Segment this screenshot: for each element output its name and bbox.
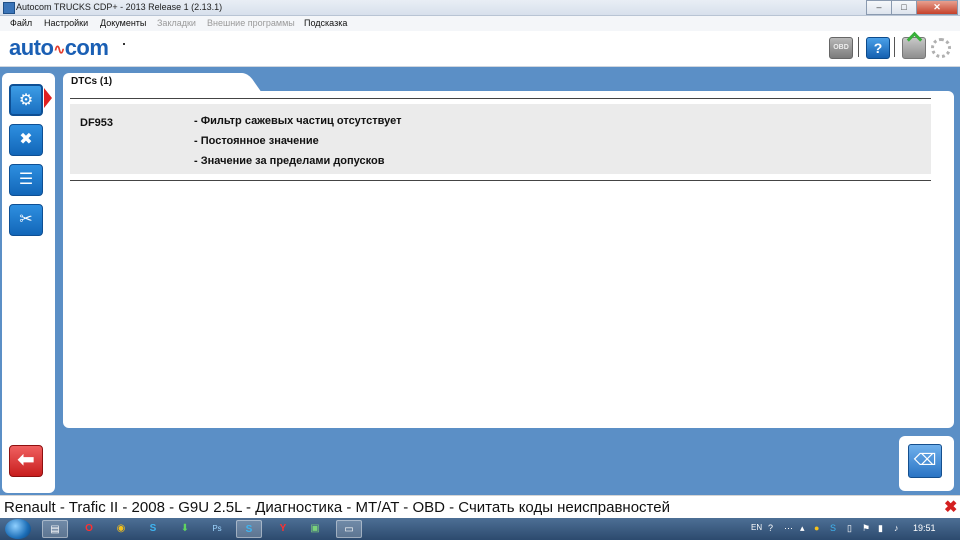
tray-battery-icon[interactable]: ▯ (847, 523, 852, 534)
divider (70, 180, 931, 181)
header-dot (123, 43, 125, 45)
dtc-description: - Значение за пределами допусков (194, 155, 385, 167)
minimize-button[interactable]: – (866, 0, 892, 15)
taskbar: ▤ O ◉ S ⬇ Ps S Y ▣ ▭ EN ? ⋯ ▴ ● S ▯ ⚑ ▮ … (0, 518, 960, 540)
tab-label: DTCs (1) (71, 76, 113, 87)
battery-icon (902, 37, 926, 59)
status-breadcrumb: Renault - Trafic II - 2008 - G9U 2.5L - … (4, 499, 670, 516)
header-divider (894, 37, 895, 57)
window-controls: – □ ✕ (866, 0, 958, 15)
window-titlebar: Autocom TRUCKS CDP+ - 2013 Release 1 (2.… (0, 0, 960, 16)
sidebar-item-dtc[interactable]: ⚙ (9, 84, 43, 116)
tray-skype-icon[interactable]: S (830, 523, 836, 533)
tray-app-icon[interactable]: ● (814, 523, 819, 533)
active-indicator (44, 88, 52, 108)
app-header: auto∿com OBD ? (0, 31, 960, 67)
header-divider (858, 37, 859, 57)
menu-help[interactable]: Подсказка (304, 18, 347, 29)
help-icon[interactable]: ? (866, 37, 890, 59)
chrome-icon[interactable]: ◉ (108, 520, 134, 538)
logo-signal-icon: ∿ (53, 41, 65, 58)
menu-bookmarks[interactable]: Закладки (157, 18, 196, 29)
window-title: Autocom TRUCKS CDP+ - 2013 Release 1 (2.… (16, 2, 223, 12)
engine-cross-icon: ✖ (19, 131, 33, 148)
tray-network-icon[interactable]: ⋯ (784, 523, 793, 534)
yandex-icon[interactable]: Y (270, 520, 296, 538)
clear-dtc-button[interactable]: ⌫ (908, 444, 942, 478)
autocom-logo: auto∿com (9, 35, 109, 62)
tray-help-icon[interactable]: ? (768, 523, 773, 533)
tools-icon: ✂ (19, 211, 33, 228)
dtc-code: DF953 (80, 117, 114, 129)
back-arrow-icon: ⬅ (17, 449, 35, 471)
start-button[interactable] (5, 519, 31, 539)
engine-icon: ⚙ (18, 92, 34, 109)
loading-spinner-icon (931, 38, 951, 58)
tray-arrow-icon[interactable]: ▴ (800, 523, 805, 534)
dtc-description: - Постоянное значение (194, 135, 319, 147)
logo-text-left: auto (9, 35, 54, 60)
app-icon (3, 2, 15, 14)
folder-icon[interactable]: ▤ (42, 520, 68, 538)
menu-documents[interactable]: Документы (100, 18, 146, 29)
dtc-description: - Фильтр сажевых частиц отсутствует (194, 115, 402, 127)
skype-icon[interactable]: S (140, 520, 166, 538)
back-button[interactable]: ⬅ (9, 445, 43, 477)
logo-text-right: com (64, 35, 109, 60)
sidebar-item-clear[interactable]: ✖ (9, 124, 43, 156)
clear-dtc-icon: ⌫ (913, 452, 937, 469)
menu-bar: Файл Настройки Документы Закладки Внешни… (0, 16, 960, 31)
maximize-button[interactable]: □ (891, 0, 917, 15)
status-bar: Renault - Trafic II - 2008 - G9U 2.5L - … (0, 495, 960, 519)
map-icon[interactable]: ▣ (302, 520, 328, 538)
tray-flag-icon[interactable]: ⚑ (862, 523, 870, 534)
sidebar-item-parameters[interactable]: ☰ (9, 164, 43, 196)
menu-settings[interactable]: Настройки (44, 18, 88, 29)
tray-signal-icon[interactable]: ▮ (878, 523, 883, 534)
menu-file[interactable]: Файл (10, 18, 32, 29)
document-list-icon: ☰ (18, 171, 34, 188)
tray-volume-icon[interactable]: ♪ (894, 523, 899, 533)
skype-icon[interactable]: S (236, 520, 262, 538)
clock[interactable]: 19:51 (913, 523, 936, 533)
status-close-icon[interactable]: ✖ (944, 497, 957, 517)
photoshop-icon[interactable]: Ps (204, 520, 230, 538)
close-button[interactable]: ✕ (916, 0, 958, 15)
opera-icon[interactable]: O (76, 520, 102, 538)
language-indicator[interactable]: EN (751, 523, 762, 532)
download-icon[interactable]: ⬇ (172, 520, 198, 538)
sidebar-item-tools[interactable]: ✂ (9, 204, 43, 236)
divider (70, 98, 931, 99)
menu-external-programs[interactable]: Внешние программы (207, 18, 295, 29)
autocom-icon[interactable]: ▭ (336, 520, 362, 538)
obd-icon[interactable]: OBD (829, 37, 853, 59)
